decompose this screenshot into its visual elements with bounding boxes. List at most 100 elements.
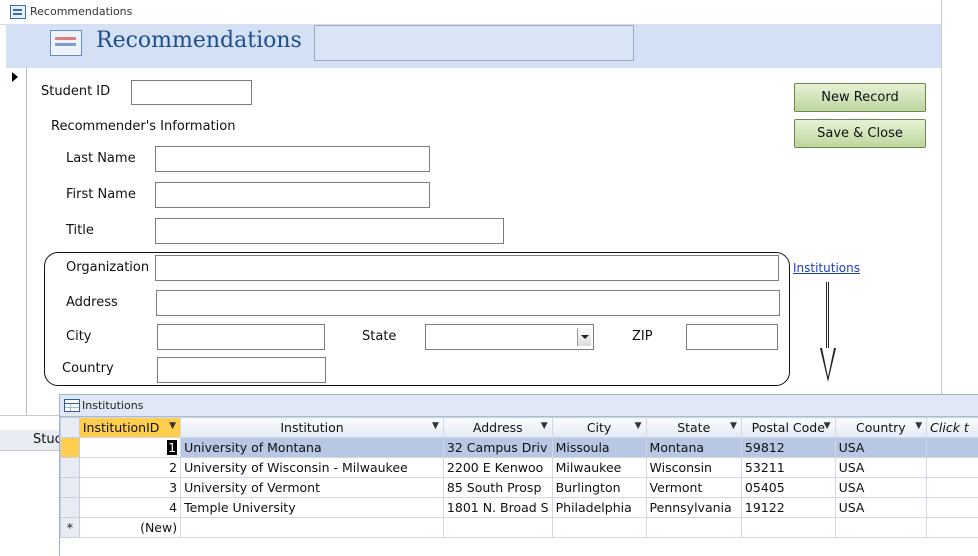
state-combo[interactable] xyxy=(425,324,594,350)
cell-empty[interactable] xyxy=(927,438,978,458)
cell-institution[interactable]: University of Wisconsin - Milwaukee xyxy=(181,458,444,478)
institutions-datasheet-window: Institutions InstitutionID▼ Institution▼… xyxy=(59,394,978,556)
cell-empty[interactable] xyxy=(646,518,741,538)
cell-state[interactable]: Wisconsin xyxy=(646,458,741,478)
form-title-bar: Recommendations xyxy=(0,0,941,25)
cell-state[interactable]: Montana xyxy=(646,438,741,458)
institutions-link[interactable]: Institutions xyxy=(793,261,860,275)
cell-state[interactable]: Pennsylvania xyxy=(646,498,741,518)
last-name-label: Last Name xyxy=(66,151,136,166)
cell-empty[interactable] xyxy=(835,518,927,538)
zip-field[interactable] xyxy=(686,324,778,350)
cell-empty[interactable] xyxy=(927,498,978,518)
save-close-button[interactable]: Save & Close xyxy=(794,119,926,148)
city-field[interactable] xyxy=(157,324,325,350)
form-window-title: Recommendations xyxy=(30,5,132,18)
title-field[interactable] xyxy=(155,218,504,244)
sort-dropdown-icon[interactable]: ▼ xyxy=(635,421,642,431)
form-header-icon xyxy=(50,30,82,56)
cell-empty[interactable] xyxy=(927,478,978,498)
table-row[interactable]: 3 University of Vermont 85 South Prosp B… xyxy=(61,478,978,498)
select-all-cell[interactable] xyxy=(61,418,80,438)
cell-empty[interactable] xyxy=(552,518,646,538)
cell-institutionid[interactable]: 2 xyxy=(79,458,180,478)
column-header-institution[interactable]: Institution▼ xyxy=(181,418,444,438)
cell-institution[interactable]: University of Vermont xyxy=(181,478,444,498)
cell-postal-code[interactable]: 19122 xyxy=(741,498,835,518)
cell-state[interactable]: Vermont xyxy=(646,478,741,498)
cell-institutionid[interactable]: 3 xyxy=(79,478,180,498)
cell-empty[interactable] xyxy=(181,518,444,538)
cell-institutionid[interactable]: 4 xyxy=(79,498,180,518)
cell-address[interactable]: 1801 N. Broad S xyxy=(443,498,552,518)
form-icon xyxy=(10,5,26,19)
background-subform: Stuc xyxy=(0,415,60,556)
cell-address[interactable]: 85 South Prosp xyxy=(443,478,552,498)
new-row-marker[interactable]: * xyxy=(61,518,80,538)
arrow-shaft xyxy=(826,282,829,350)
row-selector[interactable] xyxy=(61,478,80,498)
column-header-city[interactable]: City▼ xyxy=(552,418,646,438)
column-header-add-field[interactable]: Click t xyxy=(927,418,978,438)
sort-dropdown-icon[interactable]: ▼ xyxy=(169,421,176,431)
new-record-button[interactable]: New Record xyxy=(794,83,926,112)
student-id-label: Student ID xyxy=(41,84,110,99)
last-name-field[interactable] xyxy=(155,146,430,172)
institutions-window-title: Institutions xyxy=(82,399,143,412)
cell-country[interactable]: USA xyxy=(835,478,927,498)
cell-postal-code[interactable]: 59812 xyxy=(741,438,835,458)
row-selector[interactable] xyxy=(61,458,80,478)
row-selector[interactable] xyxy=(61,438,80,458)
zip-label: ZIP xyxy=(632,329,653,344)
sort-dropdown-icon[interactable]: ▼ xyxy=(730,421,737,431)
sort-dropdown-icon[interactable]: ▼ xyxy=(432,421,439,431)
cell-country[interactable]: USA xyxy=(835,498,927,518)
column-header-institutionid[interactable]: InstitutionID▼ xyxy=(79,418,180,438)
table-row[interactable]: 1 University of Montana 32 Campus Driv M… xyxy=(61,438,978,458)
column-header-state[interactable]: State▼ xyxy=(646,418,741,438)
cell-postal-code[interactable]: 05405 xyxy=(741,478,835,498)
column-header-postal-code[interactable]: Postal Code▼ xyxy=(741,418,835,438)
cell-empty[interactable] xyxy=(927,458,978,478)
table-header-row: InstitutionID▼ Institution▼ Address▼ Cit… xyxy=(61,418,978,438)
header-textbox[interactable] xyxy=(314,25,634,61)
cell-postal-code[interactable]: 53211 xyxy=(741,458,835,478)
table-row[interactable]: 2 University of Wisconsin - Milwaukee 22… xyxy=(61,458,978,478)
sort-dropdown-icon[interactable]: ▼ xyxy=(824,421,831,431)
background-subform-header-text: Stuc xyxy=(33,432,62,447)
cell-institution[interactable]: Temple University xyxy=(181,498,444,518)
table-row[interactable]: 4 Temple University 1801 N. Broad S Phil… xyxy=(61,498,978,518)
cell-country[interactable]: USA xyxy=(835,438,927,458)
cell-country[interactable]: USA xyxy=(835,458,927,478)
record-selector[interactable] xyxy=(6,68,27,415)
column-header-country[interactable]: Country▼ xyxy=(835,418,927,438)
address-field[interactable] xyxy=(156,290,780,316)
column-header-address[interactable]: Address▼ xyxy=(443,418,552,438)
cell-empty[interactable] xyxy=(443,518,552,538)
institutions-title-bar: Institutions xyxy=(60,395,978,417)
student-id-field[interactable] xyxy=(131,80,252,105)
current-record-arrow-icon xyxy=(12,72,18,82)
new-record-row[interactable]: * (New) xyxy=(61,518,978,538)
sort-dropdown-icon[interactable]: ▼ xyxy=(541,421,548,431)
cell-institution[interactable]: University of Montana xyxy=(181,438,444,458)
first-name-field[interactable] xyxy=(155,182,430,208)
cell-address[interactable]: 32 Campus Driv xyxy=(443,438,552,458)
chevron-down-icon[interactable] xyxy=(577,328,591,346)
cell-institutionid[interactable]: 1 xyxy=(79,438,180,458)
cell-empty[interactable] xyxy=(741,518,835,538)
background-subform-header: Stuc xyxy=(0,430,60,451)
title-label: Title xyxy=(66,223,94,238)
cell-city[interactable]: Burlington xyxy=(552,478,646,498)
cell-city[interactable]: Missoula xyxy=(552,438,646,458)
cell-empty[interactable] xyxy=(927,518,978,538)
cell-city[interactable]: Philadelphia xyxy=(552,498,646,518)
country-field[interactable] xyxy=(157,357,326,383)
cell-city[interactable]: Milwaukee xyxy=(552,458,646,478)
new-row-label[interactable]: (New) xyxy=(79,518,180,538)
country-label: Country xyxy=(62,361,114,376)
row-selector[interactable] xyxy=(61,498,80,518)
organization-field[interactable] xyxy=(155,255,779,281)
sort-dropdown-icon[interactable]: ▼ xyxy=(915,421,922,431)
cell-address[interactable]: 2200 E Kenwoo xyxy=(443,458,552,478)
